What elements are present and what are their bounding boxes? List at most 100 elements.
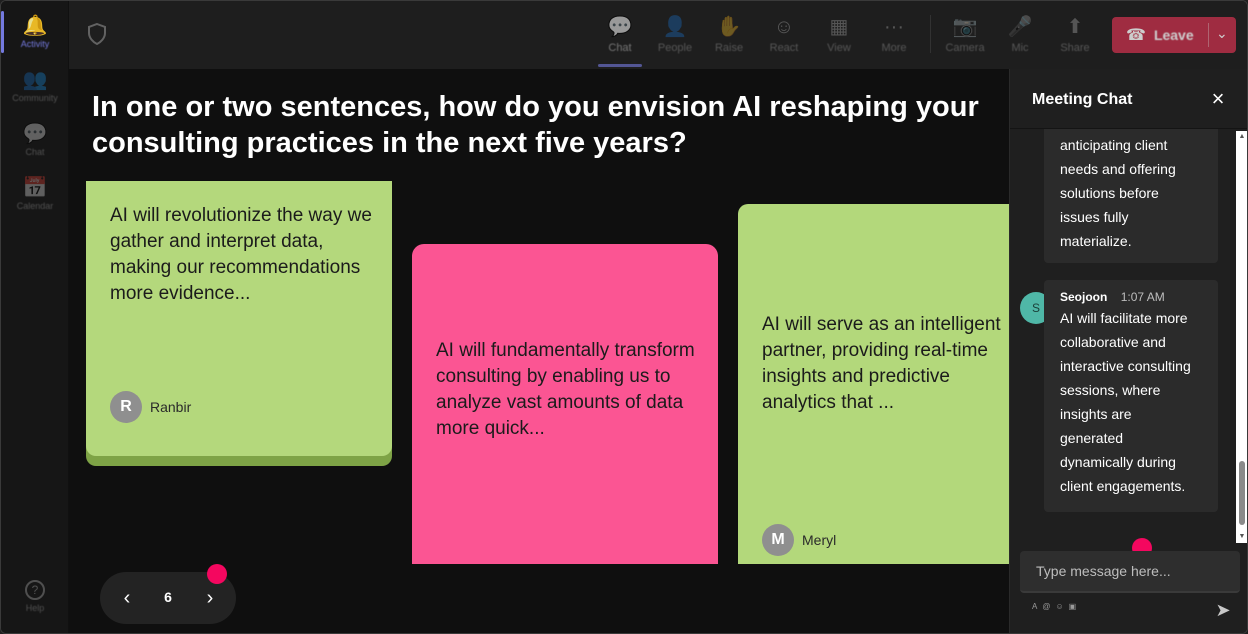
message-line: solutions before: [1060, 185, 1159, 201]
chat-icon: 💬: [607, 16, 633, 38]
rail-item-community[interactable]: 👥 Community: [1, 59, 69, 113]
rail-item-calendar[interactable]: 📅 Calendar: [1, 167, 69, 221]
chat-message-input[interactable]: [1020, 551, 1240, 593]
format-icon[interactable]: A: [1032, 602, 1037, 611]
camera-off-icon: 📷: [952, 16, 978, 38]
toolbar-divider: [930, 15, 931, 53]
sender-name: Seojoon: [1060, 290, 1108, 304]
sticky-note[interactable]: AI will fundamentally transform consulti…: [412, 244, 718, 564]
chevron-left-icon[interactable]: ‹: [114, 585, 140, 611]
share-button[interactable]: ⬆ Share: [1047, 7, 1103, 63]
camera-button[interactable]: 📷 Camera: [937, 7, 993, 63]
rail-item-help[interactable]: ? Help: [1, 569, 69, 623]
leave-button-label: Leave: [1153, 27, 1194, 43]
message-line: materialize.: [1060, 233, 1132, 249]
left-rail: 🔔 Activity 👥 Community 💬 Chat 📅 Calendar…: [1, 1, 69, 633]
chat-message: Seojoon 1:07 AM AI will facilitate more …: [1044, 280, 1218, 512]
mic-button-label: Mic: [1011, 42, 1029, 54]
message-meta: Seojoon 1:07 AM: [1060, 288, 1206, 306]
message-line: AI will facilitate more: [1060, 310, 1188, 326]
close-icon[interactable]: ×: [1206, 87, 1230, 111]
people-button[interactable]: 👤 People: [647, 7, 703, 63]
rail-item-label: Activity: [20, 38, 50, 49]
scrollbar-thumb[interactable]: [1239, 461, 1245, 525]
chat-title: Meeting Chat: [1032, 91, 1133, 108]
hand-icon: ✋: [716, 16, 742, 38]
chat-icon: 💬: [22, 122, 48, 145]
calendar-icon: 📅: [22, 176, 48, 199]
note-text: AI will revolutionize the way we gather …: [110, 205, 372, 304]
chat-message: anticipating client needs and offering s…: [1044, 129, 1218, 263]
emoji-icon[interactable]: ☺: [1055, 602, 1063, 611]
rail-item-chat[interactable]: 💬 Chat: [1, 113, 69, 167]
meeting-toolbar: 💬 Chat 👤 People ✋ Raise ☺ React ▦ View ·…: [69, 1, 1247, 69]
gif-icon[interactable]: ▣: [1069, 602, 1077, 611]
author-name: Meryl: [802, 532, 837, 548]
scroll-down-icon[interactable]: ▼: [1238, 533, 1246, 541]
message-line: anticipating client: [1060, 137, 1168, 153]
raise-hand-button[interactable]: ✋ Raise: [701, 7, 757, 63]
more-button-label: More: [881, 42, 907, 54]
avatar: M: [762, 524, 794, 556]
camera-button-label: Camera: [945, 42, 985, 54]
message-line: generated: [1060, 430, 1124, 446]
share-icon: ⬆: [1066, 16, 1084, 38]
attach-icon[interactable]: @: [1042, 602, 1050, 611]
chat-button-label: Chat: [608, 42, 632, 54]
author-name: Ranbir: [150, 399, 192, 415]
notification-dot: [207, 564, 227, 584]
format-toolbar: A @ ☺ ▣: [1032, 602, 1076, 611]
view-button-label: View: [827, 42, 851, 54]
message-line: sessions, where: [1060, 382, 1161, 398]
rail-item-label: Chat: [25, 146, 45, 157]
note-text: AI will fundamentally transform consulti…: [436, 340, 695, 439]
avatar-initial: S: [1031, 301, 1040, 315]
sticky-note[interactable]: AI will revolutionize the way we gather …: [86, 181, 392, 456]
help-icon: ?: [25, 579, 45, 600]
chat-scrollbar[interactable]: ▲ ▼: [1236, 131, 1247, 543]
teams-meeting-window: 🔔 Activity 👥 Community 💬 Chat 📅 Calendar…: [0, 0, 1248, 634]
message-line: interactive consulting: [1060, 358, 1191, 374]
message-line: needs and offering: [1060, 161, 1176, 177]
rail-item-label: Help: [25, 602, 45, 613]
note-author: M Meryl: [762, 524, 836, 556]
microphone-icon: 🎤: [1007, 16, 1033, 38]
bell-icon: 🔔: [22, 14, 48, 37]
whiteboard-stage: In one or two sentences, how do you envi…: [69, 69, 1009, 633]
grid-icon: ▦: [829, 16, 849, 38]
message-line: insights are: [1060, 406, 1132, 422]
smiley-icon: ☺: [773, 16, 795, 38]
share-button-label: Share: [1060, 42, 1090, 54]
meeting-chat-panel: Meeting Chat × anticipating client needs…: [1009, 69, 1247, 633]
rail-item-label: Community: [12, 92, 58, 103]
chat-button[interactable]: 💬 Chat: [592, 7, 648, 67]
leave-button[interactable]: ☎ Leave ⌄: [1112, 17, 1236, 53]
more-button[interactable]: ··· More: [866, 7, 922, 63]
chevron-right-icon[interactable]: ›: [197, 585, 223, 611]
rail-item-label: Calendar: [16, 200, 54, 211]
mic-button[interactable]: 🎤 Mic: [992, 7, 1048, 63]
react-button-label: React: [769, 42, 799, 54]
sticky-note[interactable]: AI will serve as an intelligent partner,…: [738, 204, 1009, 564]
people-icon: 👤: [662, 16, 688, 38]
message-line: client engagements.: [1060, 478, 1186, 494]
phone-hangup-icon: ☎: [1126, 27, 1146, 44]
community-icon: 👥: [22, 68, 48, 91]
chevron-down-icon[interactable]: ⌄: [1216, 25, 1228, 42]
message-line: dynamically during: [1060, 454, 1176, 470]
chat-header: Meeting Chat ×: [1010, 69, 1247, 129]
message-line: collaborative and: [1060, 334, 1166, 350]
send-icon[interactable]: ➤: [1212, 599, 1234, 621]
message-time: 1:07 AM: [1120, 290, 1165, 304]
react-button[interactable]: ☺ React: [756, 7, 812, 63]
scroll-up-icon[interactable]: ▲: [1238, 133, 1246, 141]
avatar: R: [110, 391, 142, 423]
leave-divider: [1208, 23, 1209, 47]
people-button-label: People: [657, 42, 693, 54]
question-title: In one or two sentences, how do you envi…: [92, 91, 979, 159]
raise-button-label: Raise: [714, 42, 744, 54]
rail-item-activity[interactable]: 🔔 Activity: [1, 5, 69, 59]
chat-messages: anticipating client needs and offering s…: [1010, 129, 1247, 543]
note-text: AI will serve as an intelligent partner,…: [762, 314, 1001, 413]
view-button[interactable]: ▦ View: [811, 7, 867, 63]
